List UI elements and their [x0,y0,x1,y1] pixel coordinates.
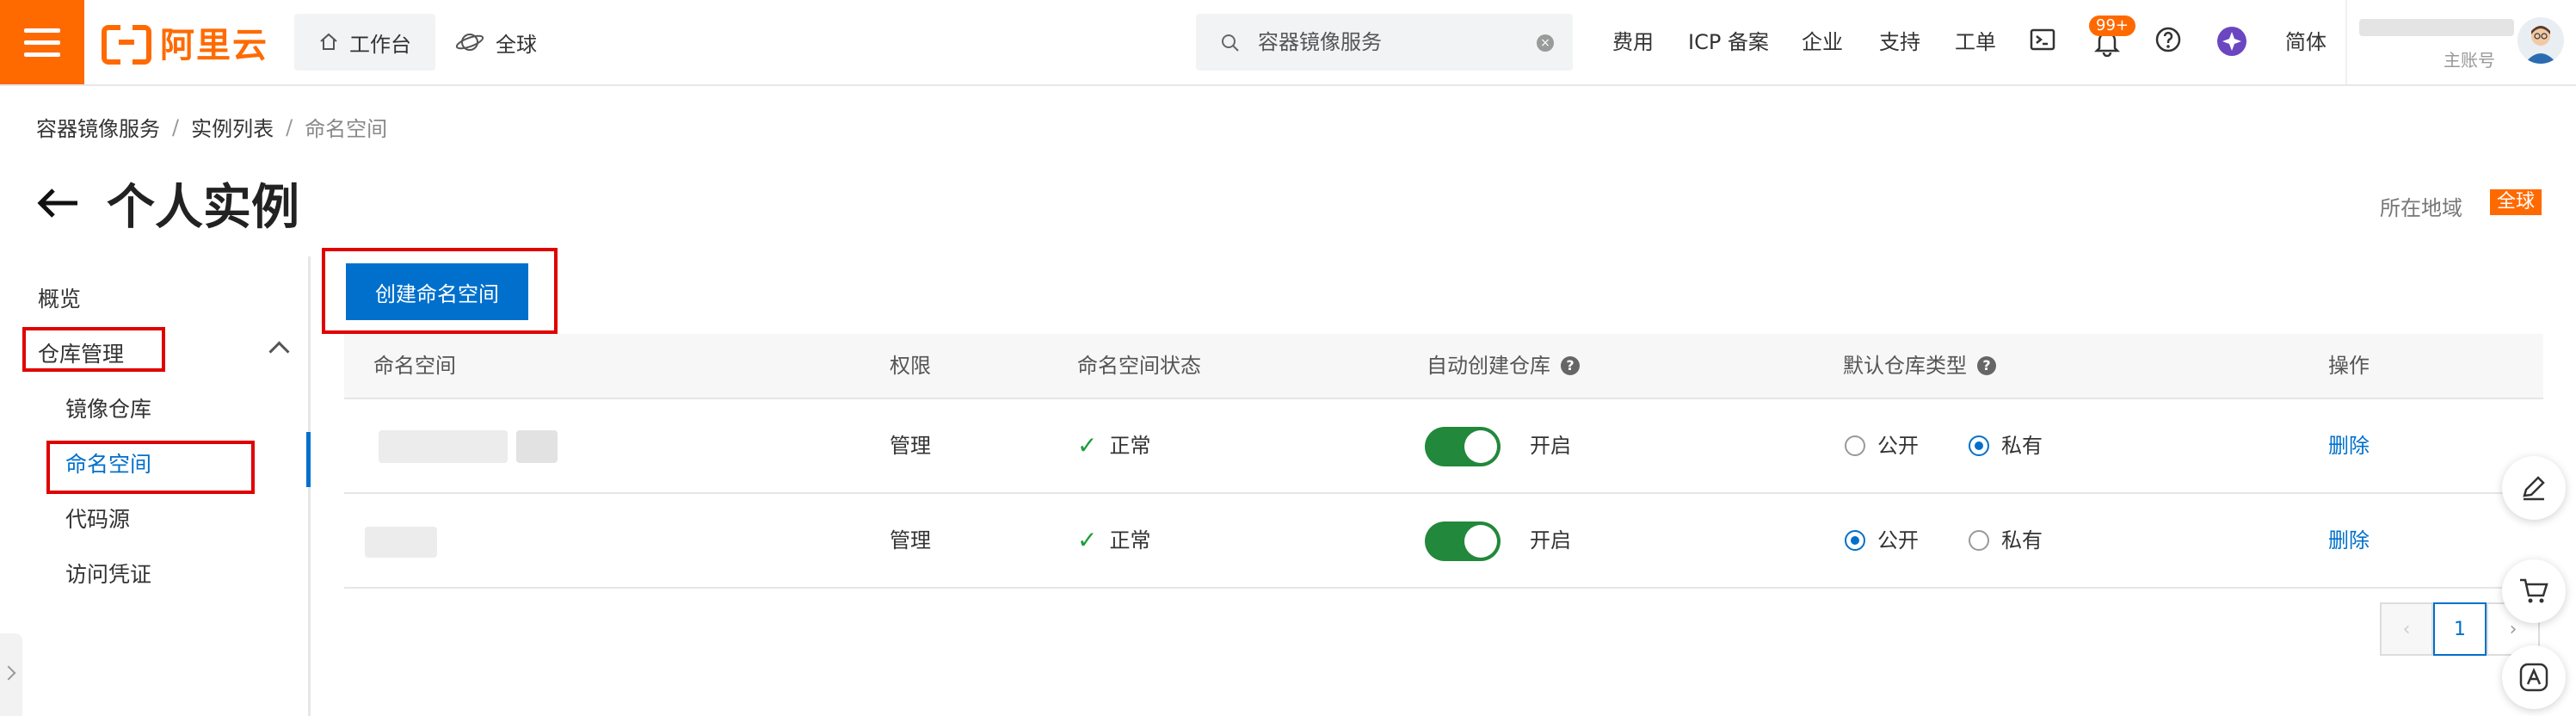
region-label: 所在地域 [2380,196,2462,220]
default-type-options: 公开 私有 [1845,494,2043,587]
nav-link-support[interactable]: 支持 [1879,14,1920,71]
column-header-actions: 操作 [2328,354,2370,378]
check-icon: ✓ [1077,431,1098,460]
edit-fab-button[interactable] [2502,456,2566,520]
terminal-icon[interactable] [2029,26,2056,53]
default-type-options: 公开 私有 [1845,399,2043,492]
auto-create-label: 开启 [1530,528,1571,552]
status-cell: ✓ 正常 [1077,494,1150,587]
avatar[interactable] [2517,17,2564,64]
help-icon[interactable]: ? [1561,356,1580,375]
breadcrumb-item-current: 命名空间 [305,117,388,141]
notification-badge: 99+ [2089,15,2135,36]
topbar-divider [2345,0,2347,84]
permission-cell: 管理 [890,528,931,552]
table-row: 管理 ✓ 正常 开启 公开 私有 删除 [344,494,2543,589]
nav-link-icp[interactable]: ICP 备案 [1688,14,1769,71]
namespace-name-redacted [379,430,508,463]
annotation-box-repo-management [22,327,165,372]
language-switch[interactable]: 简体 [2285,14,2326,71]
namespace-name-redacted [516,430,558,463]
home-icon [320,33,337,50]
account-type: 主账号 [2444,50,2495,71]
cart-icon [2520,578,2548,603]
radio-private[interactable] [1969,435,1989,456]
breadcrumb-separator: / [172,114,180,139]
region-tag: 全球 [2490,189,2542,215]
workspace-button[interactable]: 工作台 [294,14,435,71]
aliyun-logo[interactable]: 阿里云 [102,21,268,65]
breadcrumb-item-service[interactable]: 容器镜像服务 [36,112,160,142]
column-header-permission: 权限 [890,354,931,378]
page-title: 个人实例 [107,180,299,236]
cart-fab-button[interactable] [2502,559,2566,623]
back-arrow-icon[interactable] [34,184,83,222]
top-navigation-bar: 阿里云 工作台 全球 容器镜像服务 × 费用 ICP 备案 企业 支持 工单 9… [0,0,2576,86]
check-icon: ✓ [1077,526,1098,554]
help-icon[interactable]: ? [1977,356,1996,375]
status-cell: ✓ 正常 [1077,399,1150,492]
create-namespace-button[interactable]: 创建命名空间 [346,263,528,320]
column-header-default-type: 默认仓库类型? [1843,334,1996,398]
pagination-prev-button[interactable]: ‹ [2380,602,2433,656]
globe-icon [455,34,484,51]
table-row: 管理 ✓ 正常 开启 公开 私有 删除 [344,399,2543,494]
global-label: 全球 [496,32,537,57]
sidebar-item-code-source[interactable]: 代码源 [65,503,130,534]
breadcrumb: 容器镜像服务 / 实例列表 / 命名空间 [36,112,387,142]
search-icon [1222,34,1239,52]
logo-text: 阿里云 [160,26,268,65]
search-placeholder: 容器镜像服务 [1258,30,1382,54]
sidebar-item-overview[interactable]: 概览 [38,282,81,313]
radio-public[interactable] [1845,530,1865,551]
app-download-icon [2519,663,2548,692]
annotation-box-namespaces [46,441,255,494]
sidebar-active-indicator [306,432,311,487]
global-region-button[interactable]: 全球 [454,14,537,71]
auto-create-toggle[interactable] [1425,522,1501,561]
auto-create-toggle[interactable] [1425,427,1501,466]
sidebar-item-access-credentials[interactable]: 访问凭证 [65,558,151,589]
sidebar-item-image-repos[interactable]: 镜像仓库 [65,392,151,423]
breadcrumb-separator: / [286,114,293,139]
breadcrumb-item-instances[interactable]: 实例列表 [191,112,274,142]
column-header-namespace: 命名空间 [373,354,456,378]
namespace-name-redacted [365,527,437,558]
sidebar-collapse-tab[interactable] [0,633,22,716]
delete-link[interactable]: 删除 [2328,399,2370,492]
nav-link-enterprise[interactable]: 企业 [1802,14,1843,71]
help-icon[interactable] [2154,26,2182,53]
workspace-label: 工作台 [349,32,411,57]
nav-link-billing[interactable]: 费用 [1612,14,1654,71]
table-header: 命名空间 权限 命名空间状态 自动创建仓库? 默认仓库类型? 操作 [344,334,2543,399]
account-name-redacted [2359,19,2514,36]
pagination-page-current[interactable]: 1 [2433,602,2487,656]
edit-icon [2523,476,2545,501]
column-header-status: 命名空间状态 [1077,354,1201,378]
app-download-fab-button[interactable] [2502,645,2566,709]
radio-private[interactable] [1969,530,1989,551]
nav-link-ticket[interactable]: 工单 [1955,14,1996,71]
permission-cell: 管理 [890,434,931,458]
search-input[interactable]: 容器镜像服务 × [1196,14,1573,71]
delete-link[interactable]: 删除 [2328,494,2370,587]
radio-public[interactable] [1845,435,1865,456]
column-header-auto-create: 自动创建仓库? [1427,334,1580,398]
chevron-up-icon[interactable] [268,341,290,362]
auto-create-label: 开启 [1530,434,1571,458]
clear-icon[interactable]: × [1537,34,1554,52]
app-icon[interactable] [2216,26,2247,57]
menu-icon[interactable] [0,0,84,84]
